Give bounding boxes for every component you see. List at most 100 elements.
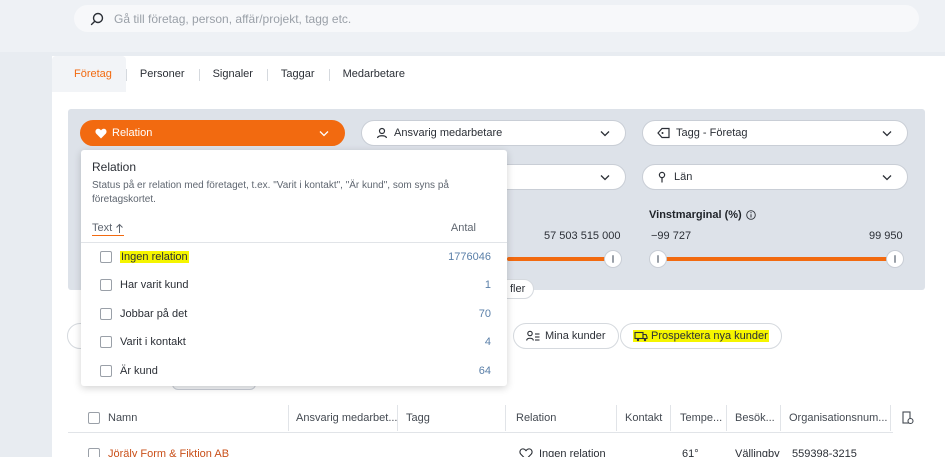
relation-popover: Relation Status på er relation med föret… — [81, 150, 507, 386]
range-slider-track[interactable] — [507, 257, 615, 261]
row-checkbox-wrap — [88, 448, 100, 457]
relation-dropdown[interactable]: Relation — [80, 120, 345, 146]
prospektera-label: Prospektera nya kunder — [651, 330, 768, 342]
row-relation-label: Ingen relation — [539, 448, 606, 457]
option-ar-kund[interactable]: Är kund 64 — [100, 361, 491, 381]
tab-signaler[interactable]: Signaler — [198, 56, 267, 92]
ansvarig-dropdown-label: Ansvarig medarbetare — [394, 127, 503, 139]
col-besok[interactable]: Besök... — [735, 405, 775, 431]
vinstmarginal-max: 99 950 — [869, 230, 903, 242]
chevron-down-icon — [600, 175, 610, 181]
tab-medarbetare[interactable]: Medarbetare — [328, 56, 419, 92]
col-divider — [890, 405, 891, 431]
vinstmarginal-label: Vinstmarginal (%) — [649, 209, 742, 221]
option-jobbar-pa-det[interactable]: Jobbar på det 70 — [100, 304, 491, 324]
col-divider — [780, 405, 781, 431]
col-relation[interactable]: Relation — [516, 405, 556, 431]
col-divider — [670, 405, 671, 431]
mina-kunder-button[interactable]: Mina kunder — [513, 323, 619, 349]
chevron-down-icon — [882, 131, 892, 137]
heart-outline-icon — [519, 448, 533, 457]
lan-dropdown[interactable]: Län — [642, 164, 908, 190]
location-pin-icon — [658, 171, 666, 183]
option-varit-i-kontakt[interactable]: Varit i kontakt 4 — [100, 332, 491, 352]
col-namn[interactable]: Namn — [108, 412, 137, 424]
row-company-link[interactable]: Jöräly Form & Fiktion AB — [108, 448, 229, 457]
option-checkbox[interactable] — [100, 308, 112, 320]
row-org: 559398-3215 — [792, 448, 857, 457]
chevron-down-icon — [600, 131, 610, 137]
option-checkbox[interactable] — [100, 365, 112, 377]
col-ansvarig[interactable]: Ansvarig medarbet... — [296, 405, 398, 431]
option-checkbox[interactable] — [100, 336, 112, 348]
row-tempe: 61° — [682, 448, 699, 457]
tab-bar: Företag Personer Signaler Taggar Medarbe… — [52, 56, 419, 92]
mina-kunder-label: Mina kunder — [545, 330, 606, 342]
option-checkbox[interactable] — [100, 251, 112, 263]
truck-icon — [634, 331, 648, 342]
option-checkbox[interactable] — [100, 279, 112, 291]
tab-taggar[interactable]: Taggar — [266, 56, 329, 92]
option-count: 70 — [478, 308, 491, 320]
column-settings-button[interactable] — [902, 405, 914, 431]
global-search[interactable]: Gå till företag, person, affär/projekt, … — [74, 5, 919, 32]
vinstmarginal-min: −99 727 — [651, 230, 692, 242]
header-divider — [68, 432, 893, 433]
option-label: Ingen relation — [120, 251, 189, 263]
col-tagg[interactable]: Tagg — [406, 405, 430, 431]
option-label: Jobbar på det — [120, 308, 188, 320]
row-relation: Ingen relation — [519, 448, 606, 457]
chevron-up-icon — [319, 131, 329, 137]
relation-dropdown-label: Relation — [112, 127, 153, 139]
option-count: 64 — [478, 365, 491, 377]
prospektera-highlight: Prospektera nya kunder — [633, 330, 769, 342]
arrow-up-icon — [116, 223, 124, 233]
popover-title: Relation — [92, 160, 137, 174]
prospektera-button[interactable]: Prospektera nya kunder — [620, 323, 782, 349]
option-ingen-relation[interactable]: Ingen relation 1776046 — [100, 247, 491, 267]
more-filters-label: fler — [510, 283, 526, 295]
chevron-down-icon — [882, 175, 892, 181]
col-org[interactable]: Organisationsnum... — [789, 405, 887, 431]
vinstmarginal-max-handle[interactable] — [886, 250, 904, 268]
popover-description: Status på er relation med företaget, t.e… — [92, 180, 449, 205]
vinstmarginal-min-handle[interactable] — [649, 250, 667, 268]
option-count: 1776046 — [448, 251, 491, 263]
option-label: Varit i kontakt — [120, 336, 186, 348]
col-divider — [616, 405, 617, 431]
row-checkbox[interactable] — [88, 448, 100, 457]
range-max-value: 57 503 515 000 — [544, 230, 621, 242]
tag-icon — [657, 127, 670, 139]
col-tempe[interactable]: Tempe... — [680, 405, 722, 431]
col-divider — [288, 405, 289, 431]
ansvarig-dropdown[interactable]: Ansvarig medarbetare — [361, 120, 626, 146]
top-bar: Gå till företag, person, affär/projekt, … — [0, 0, 945, 52]
vinstmarginal-slider-track[interactable] — [657, 257, 895, 261]
option-count: 1 — [484, 279, 491, 291]
tab-foretag[interactable]: Företag — [52, 56, 126, 92]
col-divider — [397, 405, 398, 431]
lan-dropdown-label: Län — [674, 171, 693, 183]
option-count: 4 — [484, 336, 491, 348]
tagg-dropdown[interactable]: Tagg - Företag — [642, 120, 908, 146]
select-all-checkbox[interactable] — [88, 412, 100, 424]
search-icon — [90, 12, 104, 25]
col-antal-label: Antal — [450, 222, 476, 234]
col-kontakt[interactable]: Kontakt — [625, 405, 662, 431]
option-har-varit-kund[interactable]: Har varit kund 1 — [100, 275, 491, 295]
search-placeholder: Gå till företag, person, affär/projekt, … — [114, 11, 352, 26]
person-icon — [376, 127, 388, 139]
sort-by-text-button[interactable]: Text — [92, 222, 125, 236]
info-icon — [745, 210, 756, 220]
popover-divider — [81, 242, 507, 243]
select-all-cell: Namn — [88, 405, 137, 431]
col-divider — [505, 405, 506, 431]
option-label: Har varit kund — [120, 279, 189, 291]
tagg-dropdown-label: Tagg - Företag — [676, 127, 748, 139]
row-besok: Vällingby — [735, 448, 780, 457]
tab-personer[interactable]: Personer — [125, 56, 199, 92]
range-slider-max-handle[interactable] — [604, 250, 622, 268]
vinstmarginal-heading: Vinstmarginal (%) — [649, 209, 756, 221]
option-label: Är kund — [120, 365, 158, 377]
col-text-label: Text — [92, 222, 113, 234]
